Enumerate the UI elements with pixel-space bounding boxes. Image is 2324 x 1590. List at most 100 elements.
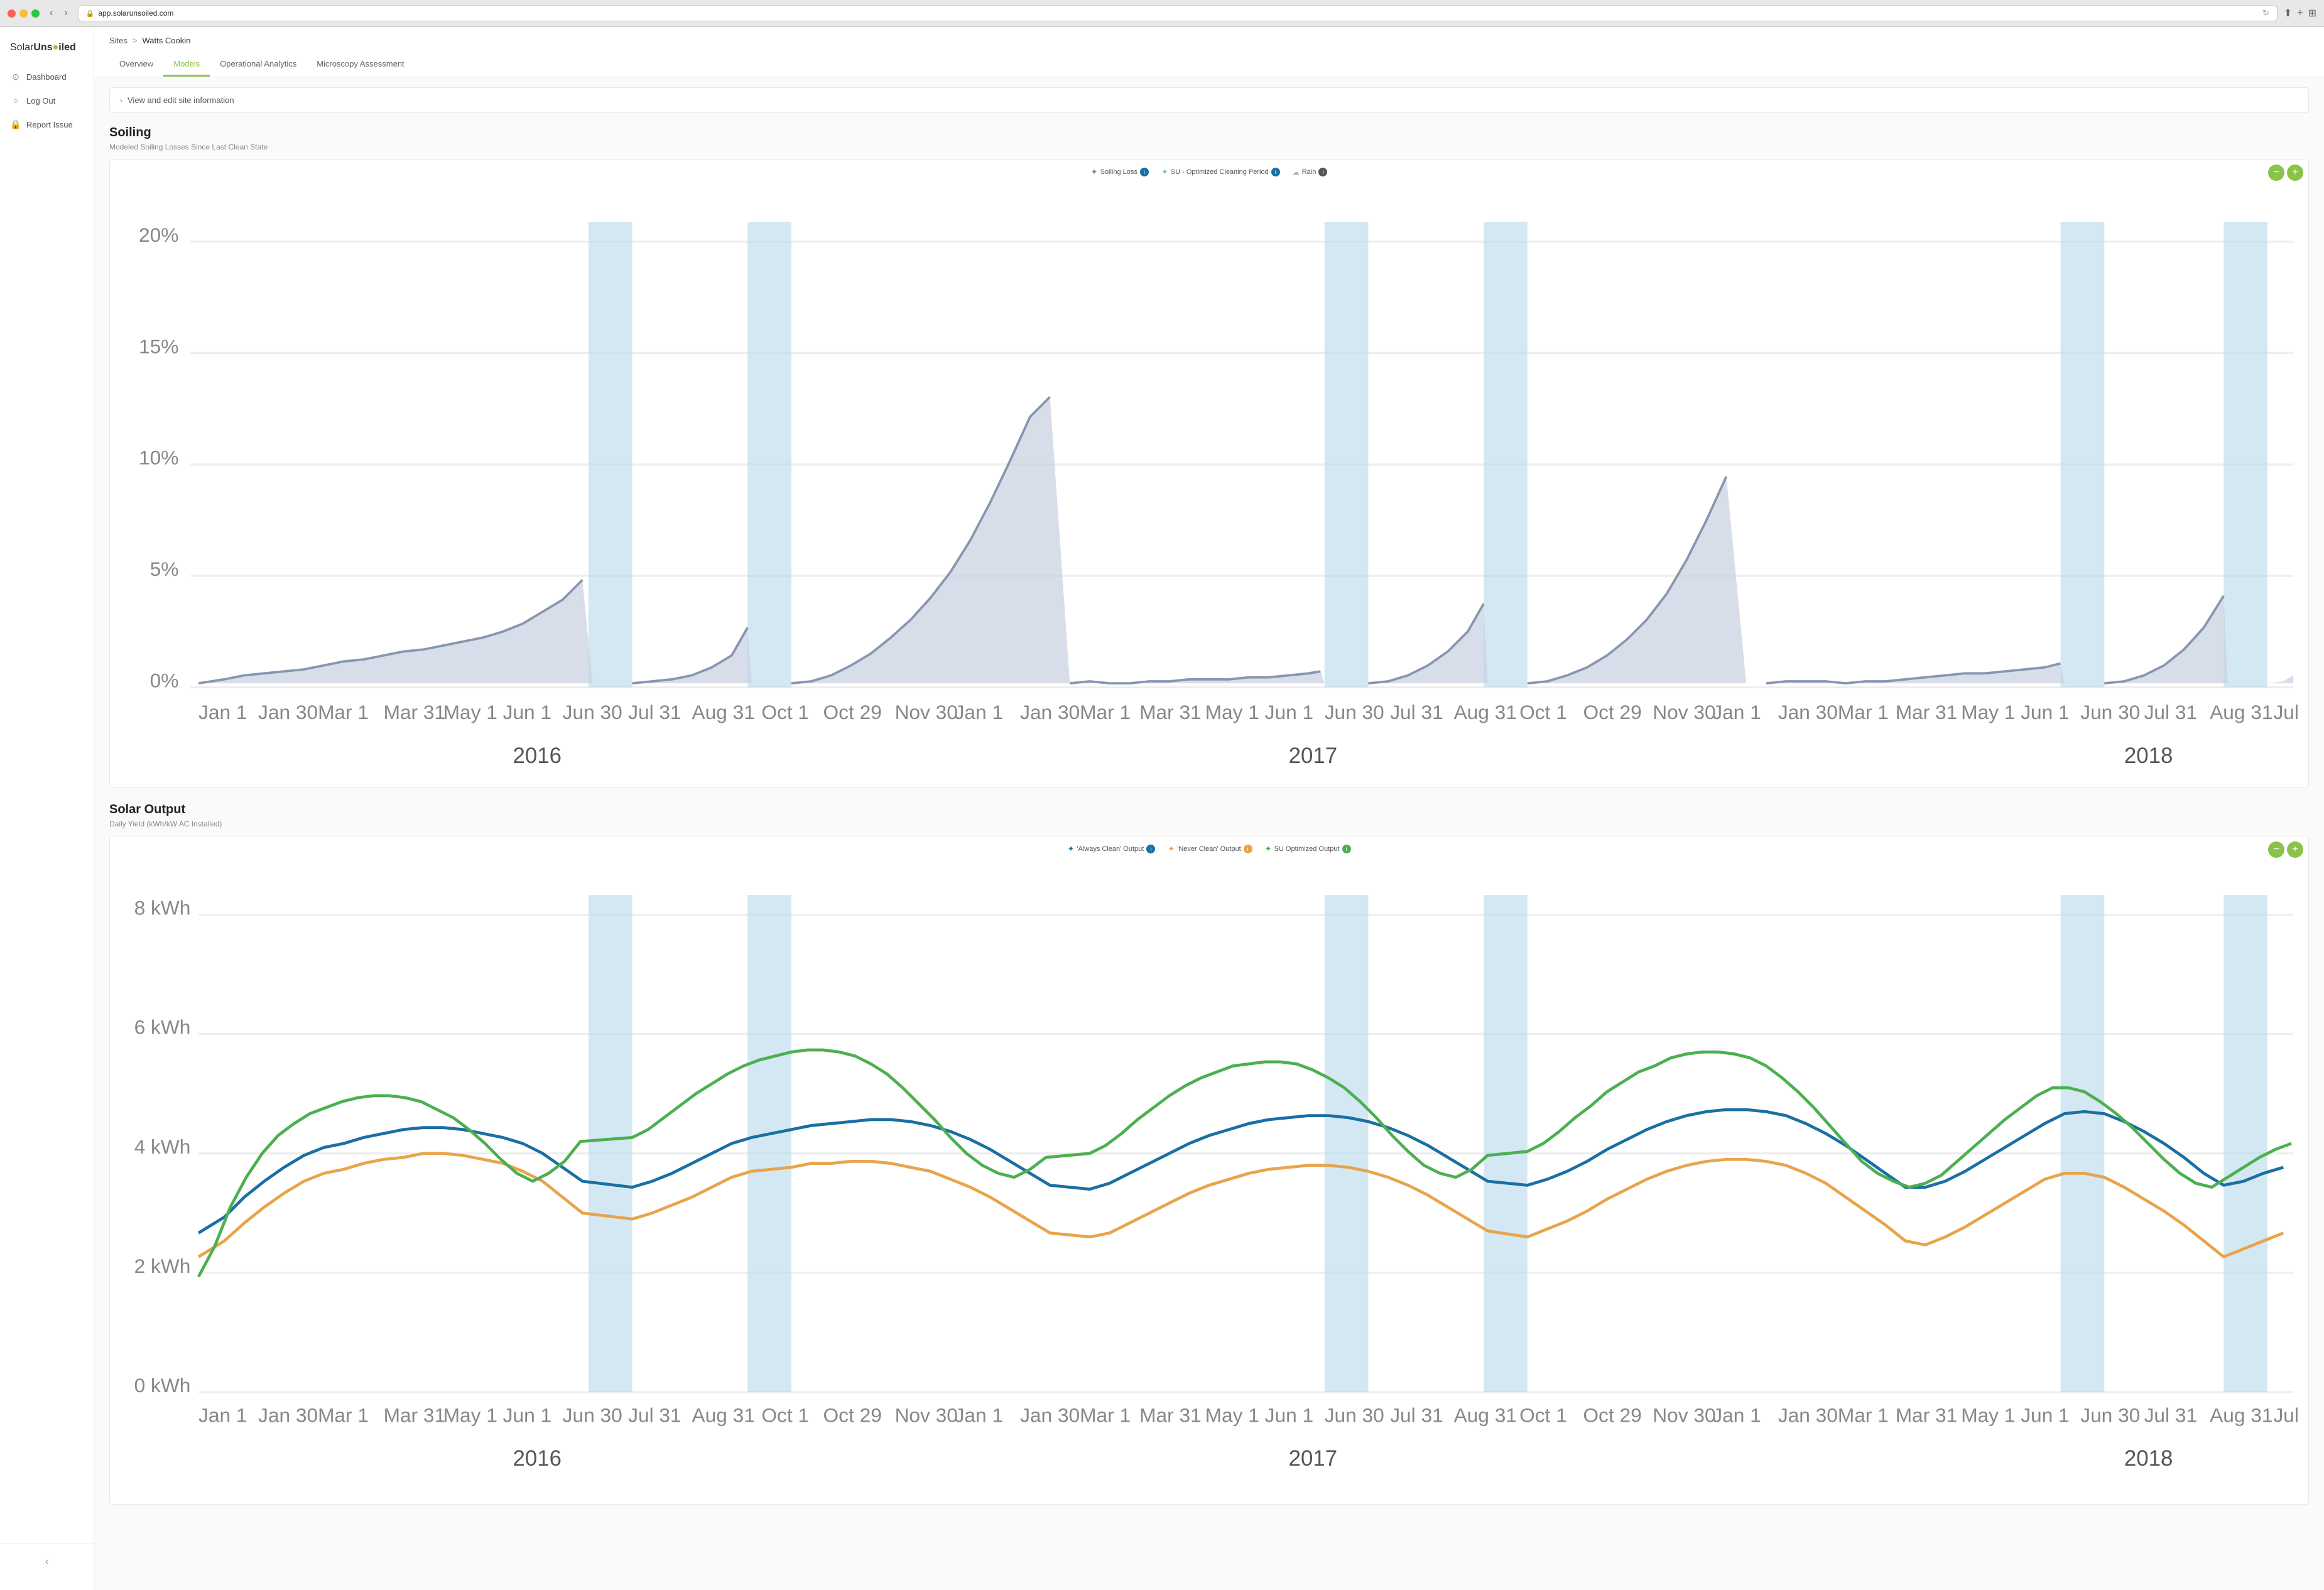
svg-text:May 1: May 1 [1205,701,1259,723]
svg-text:2 kWh: 2 kWh [134,1255,191,1277]
new-tab-button[interactable]: + [2297,7,2303,19]
svg-text:Jun 1: Jun 1 [2021,701,2069,723]
svg-text:Mar 1: Mar 1 [1080,1403,1131,1426]
always-clean-info-button[interactable]: i [1146,845,1155,853]
svg-text:Jul 3: Jul 3 [2273,701,2303,723]
soiling-chart-controls: − + [2268,165,2303,181]
expand-icon: › [120,96,122,105]
svg-text:Aug 31: Aug 31 [1454,701,1517,723]
always-clean-icon: ✦ [1068,844,1075,854]
tab-operational-label: Operational Analytics [220,59,296,68]
svg-text:Mar 31: Mar 31 [1139,701,1202,723]
svg-text:Jun 1: Jun 1 [2021,1403,2069,1426]
breadcrumb: Sites > Watts Cookin [109,36,2309,45]
soiling-zoom-in-button[interactable]: + [2287,165,2303,181]
tab-microscopy[interactable]: Microscopy Assessment [307,53,414,77]
sidebar-item-logout[interactable]: ○ Log Out [0,90,94,111]
tab-models[interactable]: Models [163,53,210,77]
never-clean-icon: ✦ [1168,844,1175,854]
svg-text:Jul 31: Jul 31 [628,1403,681,1426]
rain-icon: ☁ [1293,168,1300,176]
solar-zoom-out-button[interactable]: − [2268,841,2284,858]
solar-legend: ✦ 'Always Clean' Output i ✦ 'Never Clean… [115,844,2303,854]
svg-text:Jan 30: Jan 30 [1020,1403,1080,1426]
sidebar-item-report[interactable]: 🔒 Report Issue [0,114,94,135]
never-clean-legend: ✦ 'Never Clean' Output i [1168,844,1252,854]
svg-text:2017: 2017 [1289,1446,1337,1471]
soiling-loss-icon: ✦ [1091,167,1098,177]
svg-text:Jun 1: Jun 1 [1265,701,1313,723]
never-clean-label: 'Never Clean' Output [1177,845,1241,853]
dashboard-icon: ⊙ [10,71,21,82]
svg-text:Mar 31: Mar 31 [1896,1403,1958,1426]
soiling-zoom-out-button[interactable]: − [2268,165,2284,181]
svg-text:Jun 30: Jun 30 [563,1403,622,1426]
solar-title: Solar Output [109,803,2309,817]
address-bar[interactable]: 🔒 app.solarunsoiled.com ↻ [78,5,2278,21]
svg-text:Jun 30: Jun 30 [1325,701,1384,723]
logo-text-bold: Uns●iled [33,42,75,53]
maximize-button[interactable] [31,9,40,18]
svg-text:6 kWh: 6 kWh [134,1016,191,1039]
svg-text:Jan 1: Jan 1 [955,1403,1003,1426]
svg-text:Jul 31: Jul 31 [1390,1403,1443,1426]
rain-legend: ☁ Rain i [1293,168,1328,176]
rain-info-button[interactable]: i [1318,168,1327,176]
tab-overview[interactable]: Overview [109,53,163,77]
tab-models-label: Models [173,59,200,68]
su-cleaning-info-button[interactable]: i [1271,168,1280,176]
svg-text:Jul 31: Jul 31 [628,701,681,723]
page-header: Sites > Watts Cookin Overview Models Ope… [94,27,2324,77]
collapse-icon: ‹ [45,1556,48,1567]
svg-text:Jun 30: Jun 30 [2080,1403,2140,1426]
page-tabs: Overview Models Operational Analytics Mi… [109,53,2309,77]
info-banner[interactable]: › View and edit site information [109,87,2309,113]
back-button[interactable]: ‹ [46,6,57,20]
soiling-subtitle: Modeled Soiling Losses Since Last Clean … [109,143,2309,151]
never-clean-info-button[interactable]: i [1244,845,1252,853]
solar-chart: 8 kWh 6 kWh 4 kWh 2 kWh 0 kWh [115,859,2303,1496]
info-banner-text: View and edit site information [128,95,234,105]
tab-microscopy-label: Microscopy Assessment [317,59,404,68]
svg-text:Mar 31: Mar 31 [384,701,446,723]
lock-icon: 🔒 [86,9,95,18]
svg-text:Jun 30: Jun 30 [563,701,622,723]
svg-text:Aug 31: Aug 31 [692,701,755,723]
sidebar-collapse-button[interactable]: ‹ [0,1551,94,1572]
soiling-loss-info-button[interactable]: i [1140,168,1149,176]
soiling-chart-wrapper: ✦ Soiling Loss i ✦ SU - Optimized Cleani… [109,159,2309,787]
soiling-title: Soiling [109,126,2309,140]
svg-text:Oct 1: Oct 1 [1519,701,1567,723]
breadcrumb-parent[interactable]: Sites [109,36,128,45]
svg-text:Jan 30: Jan 30 [1778,1403,1838,1426]
svg-text:Jul 31: Jul 31 [2144,701,2197,723]
minimize-button[interactable] [19,9,28,18]
navigation-buttons: ‹ › [46,6,72,20]
svg-text:Jun 1: Jun 1 [503,701,551,723]
svg-text:2018: 2018 [2124,1446,2173,1471]
svg-text:Jan 1: Jan 1 [1712,1403,1761,1426]
sidebar-item-dashboard[interactable]: ⊙ Dashboard [0,66,94,87]
svg-text:May 1: May 1 [1205,1403,1259,1426]
tab-operational[interactable]: Operational Analytics [210,53,307,77]
svg-text:Oct 1: Oct 1 [1519,1403,1567,1426]
refresh-icon[interactable]: ↻ [2262,8,2269,18]
svg-text:15%: 15% [139,335,178,357]
svg-text:Mar 31: Mar 31 [1896,701,1958,723]
breadcrumb-current: Watts Cookin [143,36,191,45]
window-controls [8,9,40,18]
forward-button[interactable]: › [60,6,71,20]
share-button[interactable]: ⬆ [2284,7,2292,19]
svg-text:8 kWh: 8 kWh [134,897,191,919]
breadcrumb-separator: > [133,36,138,45]
svg-text:Jan 30: Jan 30 [1778,701,1838,723]
su-optimized-info-button[interactable]: i [1342,845,1351,853]
report-icon: 🔒 [10,119,21,130]
svg-text:Jan 30: Jan 30 [1020,701,1080,723]
close-button[interactable] [8,9,16,18]
svg-text:Nov 30: Nov 30 [895,1403,958,1426]
solar-zoom-in-button[interactable]: + [2287,841,2303,858]
svg-text:2017: 2017 [1289,744,1337,768]
svg-text:Jun 1: Jun 1 [503,1403,551,1426]
tabs-button[interactable]: ⊞ [2308,7,2316,19]
